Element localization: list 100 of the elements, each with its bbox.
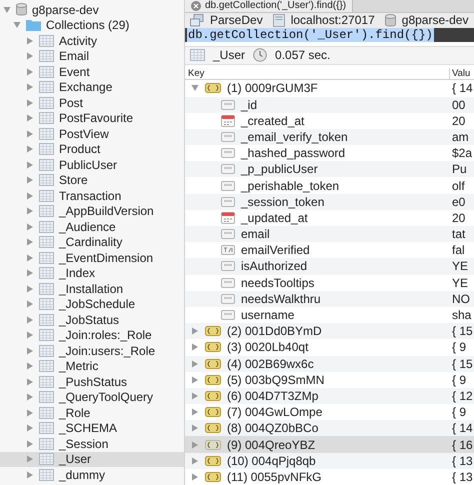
collection-item[interactable]: _Join:users:_Role: [0, 343, 184, 358]
table-icon: [39, 406, 54, 419]
database-name[interactable]: g8parse-dev: [32, 2, 99, 17]
document-key: (6) 004D7T3ZMp: [227, 388, 318, 403]
document-row[interactable]: (6) 004D7T3ZMp { 12: [185, 388, 474, 404]
close-icon[interactable]: [191, 1, 201, 11]
collection-item[interactable]: Post: [0, 95, 184, 110]
collection-item[interactable]: _PushStatus: [0, 374, 184, 390]
field-key: _perishable_token: [241, 178, 340, 193]
collection-item[interactable]: Transaction: [0, 188, 184, 204]
table-icon: [190, 49, 205, 62]
expand-arrow-icon[interactable]: [191, 343, 199, 352]
document-row[interactable]: (8) 004QZ0bBCo { 14: [185, 420, 474, 436]
document-key: (5) 003bQ9SmMN: [227, 372, 324, 387]
document-value: { 14: [451, 421, 474, 436]
breadcrumb-item[interactable]: localhost:27017: [290, 13, 375, 28]
collection-item[interactable]: _QueryToolQuery: [0, 390, 184, 405]
collection-item[interactable]: PublicUser: [0, 157, 184, 172]
collection-item[interactable]: Email: [0, 48, 184, 64]
expand-arrow-icon[interactable]: [191, 408, 199, 416]
expand-arrow-icon[interactable]: [191, 360, 199, 368]
table-icon: [39, 174, 54, 186]
collection-item[interactable]: _Audience: [0, 219, 184, 234]
expand-arrow-icon[interactable]: [191, 327, 199, 336]
breadcrumb-item[interactable]: g8parse-dev: [402, 13, 468, 28]
collection-item[interactable]: _JobStatus: [0, 312, 184, 328]
table-icon: [39, 34, 54, 47]
document-value: { 9: [451, 340, 468, 354]
collection-item[interactable]: _SCHEMA: [0, 420, 184, 436]
collection-item[interactable]: _Join:roles:_Role: [0, 328, 184, 343]
document-row[interactable]: (9) 004QreoYBZ { 16: [185, 436, 474, 453]
document-row[interactable]: (3) 0020Lb40qt { 9: [185, 339, 474, 356]
field-value: $2a: [451, 146, 474, 160]
collection-item[interactable]: _User: [0, 452, 184, 467]
collection-item[interactable]: _Role: [0, 405, 184, 420]
collection-item[interactable]: _Index: [0, 266, 184, 281]
collection-item[interactable]: _Cardinality: [0, 234, 184, 250]
collapse-arrow-icon[interactable]: [191, 84, 199, 92]
query-tab[interactable]: db.getCollection('_User').find({}): [185, 0, 354, 12]
table-icon: [39, 205, 54, 218]
expand-arrow-icon[interactable]: [191, 392, 199, 400]
table-icon: [39, 314, 54, 326]
field-key: _created_at: [241, 114, 304, 128]
collection-item[interactable]: _AppBuildVersion: [0, 204, 184, 219]
collection-item[interactable]: _Installation: [0, 281, 184, 296]
document-row[interactable]: (4) 002B69wx6c { 15: [185, 356, 474, 372]
collection-item[interactable]: _dummy: [0, 467, 184, 482]
document-key: (10) 004qPjq8qb: [227, 454, 316, 468]
collection-item[interactable]: Exchange: [0, 80, 184, 95]
column-header[interactable]: Key: [185, 68, 449, 79]
table-icon: [39, 329, 54, 342]
document-icon: [205, 472, 221, 482]
document-row[interactable]: (1) 0009rGUM3F { 14: [185, 80, 474, 96]
database-icon: [16, 3, 27, 16]
document-icon: [205, 83, 221, 94]
collapse-arrow-icon[interactable]: [3, 6, 11, 14]
query-time: 0.057 sec.: [275, 48, 330, 62]
document-key: (7) 004GwLOmpe: [227, 405, 322, 420]
field-key: _email_verify_token: [241, 130, 348, 144]
expand-arrow-icon[interactable]: [191, 376, 199, 384]
table-icon: [39, 158, 54, 171]
string-field-icon: [221, 261, 235, 272]
document-value: { 15: [451, 324, 474, 338]
collection-item[interactable]: _Session: [0, 436, 184, 452]
collapse-arrow-icon[interactable]: [13, 21, 21, 30]
query-editor[interactable]: db.getCollection('_User').find({}): [185, 28, 474, 42]
document-row[interactable]: (11) 0055pvNFkG { 13: [185, 468, 474, 485]
column-header[interactable]: Valu: [449, 68, 474, 79]
document-row[interactable]: (2) 001Dd0BYmD { 15: [185, 323, 474, 340]
collection-item[interactable]: Activity: [0, 33, 184, 48]
document-row[interactable]: (7) 004GwLOmpe { 9: [185, 404, 474, 420]
table-icon: [39, 282, 54, 295]
breadcrumb-item[interactable]: ParseDev: [210, 13, 263, 28]
table-icon: [39, 128, 54, 140]
collection-item[interactable]: PostView: [0, 126, 184, 142]
field-value: Pu: [451, 162, 468, 176]
expand-arrow-icon[interactable]: [191, 472, 199, 481]
collection-item[interactable]: Store: [0, 172, 184, 188]
expand-arrow-icon[interactable]: [191, 456, 199, 465]
collection-item[interactable]: Product: [0, 142, 184, 157]
expand-arrow-icon[interactable]: [191, 424, 199, 432]
field-value: NO: [451, 292, 471, 306]
document-icon: [205, 358, 221, 369]
table-icon: [39, 50, 54, 62]
collection-item[interactable]: _JobSchedule: [0, 296, 184, 312]
expand-arrow-icon[interactable]: [191, 440, 199, 449]
collection-item[interactable]: Event: [0, 64, 184, 80]
document-row[interactable]: (10) 004qPjq8qb { 13: [185, 452, 474, 469]
table-icon: [39, 453, 54, 466]
field-value: 20: [451, 210, 466, 225]
document-row[interactable]: (5) 003bQ9SmMN { 9: [185, 372, 474, 388]
collection-item[interactable]: _EventDimension: [0, 250, 184, 266]
table-icon: [39, 81, 54, 94]
table-icon: [39, 236, 54, 248]
collections-folder-label[interactable]: Collections (29): [46, 18, 130, 32]
clock-icon: [253, 48, 268, 62]
calendar-icon: [221, 114, 235, 127]
collection-item[interactable]: _Metric: [0, 358, 184, 374]
string-field-icon: [221, 180, 235, 191]
collection-item[interactable]: PostFavourite: [0, 110, 184, 126]
